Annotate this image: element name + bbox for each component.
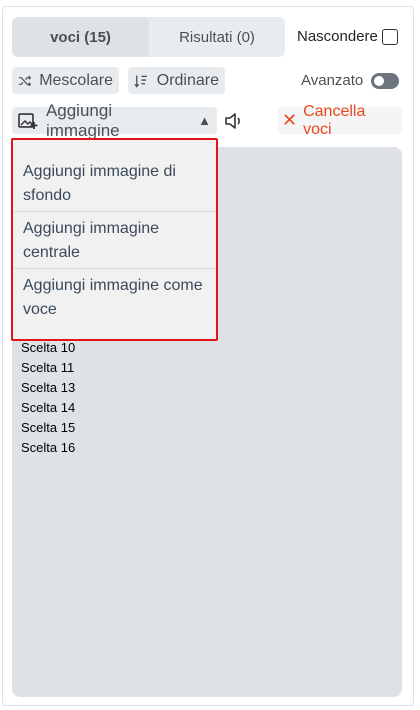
advanced-label: Avanzato — [301, 72, 364, 89]
advanced-control[interactable]: Avanzato — [301, 72, 400, 89]
add-image-icon — [18, 112, 38, 129]
tab-entries[interactable]: voci (15) — [12, 17, 149, 57]
entry-line: Scelta 11 — [21, 360, 75, 375]
hide-control[interactable]: Nascondere — [297, 28, 398, 45]
dropdown-divider — [13, 268, 216, 269]
caret-up-icon: ▲ — [198, 113, 211, 128]
dropdown-item-center-image[interactable]: Aggiungi immagine centrale — [23, 217, 213, 265]
hide-checkbox[interactable] — [381, 28, 398, 45]
close-icon: ✕ — [282, 110, 298, 130]
entry-line: Scelta 14 — [21, 400, 76, 415]
clear-entries-label: Cancella voci — [303, 102, 366, 138]
add-image-button[interactable]: Aggiungi immagine ▲ — [12, 101, 217, 140]
entry-line: Scelta 15 — [21, 420, 76, 435]
entries-list: Scelta 10 Scelta 11 Scelta 13 Scelta 14 … — [21, 338, 75, 458]
tab-bar: voci (15) Risultati (0) — [12, 17, 285, 57]
dropdown-divider — [13, 211, 216, 212]
clear-entries-button[interactable]: ✕ Cancella voci — [278, 103, 402, 138]
shuffle-button[interactable]: Mescolare — [12, 67, 119, 94]
sort-icon — [134, 74, 147, 88]
speaker-icon[interactable] — [224, 110, 244, 132]
shuffle-label: Mescolare — [39, 71, 113, 89]
dropdown-item-image-as-entry[interactable]: Aggiungi immagine come voce — [23, 274, 213, 322]
advanced-toggle[interactable] — [371, 72, 400, 89]
entry-line: Scelta 16 — [21, 440, 76, 455]
toggle-knob — [374, 75, 385, 86]
shuffle-icon — [18, 75, 32, 86]
add-image-dropdown: Aggiungi immagine di sfondo Aggiungi imm… — [11, 138, 218, 341]
tab-results[interactable]: Risultati (0) — [149, 17, 285, 57]
add-image-label: Aggiungi immagine — [45, 100, 120, 140]
hide-label: Nascondere — [297, 28, 378, 45]
entry-line: Scelta 10 — [21, 340, 76, 355]
dropdown-item-background-image[interactable]: Aggiungi immagine di sfondo — [23, 160, 213, 208]
sort-button[interactable]: Ordinare — [128, 67, 225, 94]
entry-line: Scelta 13 — [21, 380, 76, 395]
sort-label: Ordinare — [156, 71, 219, 89]
